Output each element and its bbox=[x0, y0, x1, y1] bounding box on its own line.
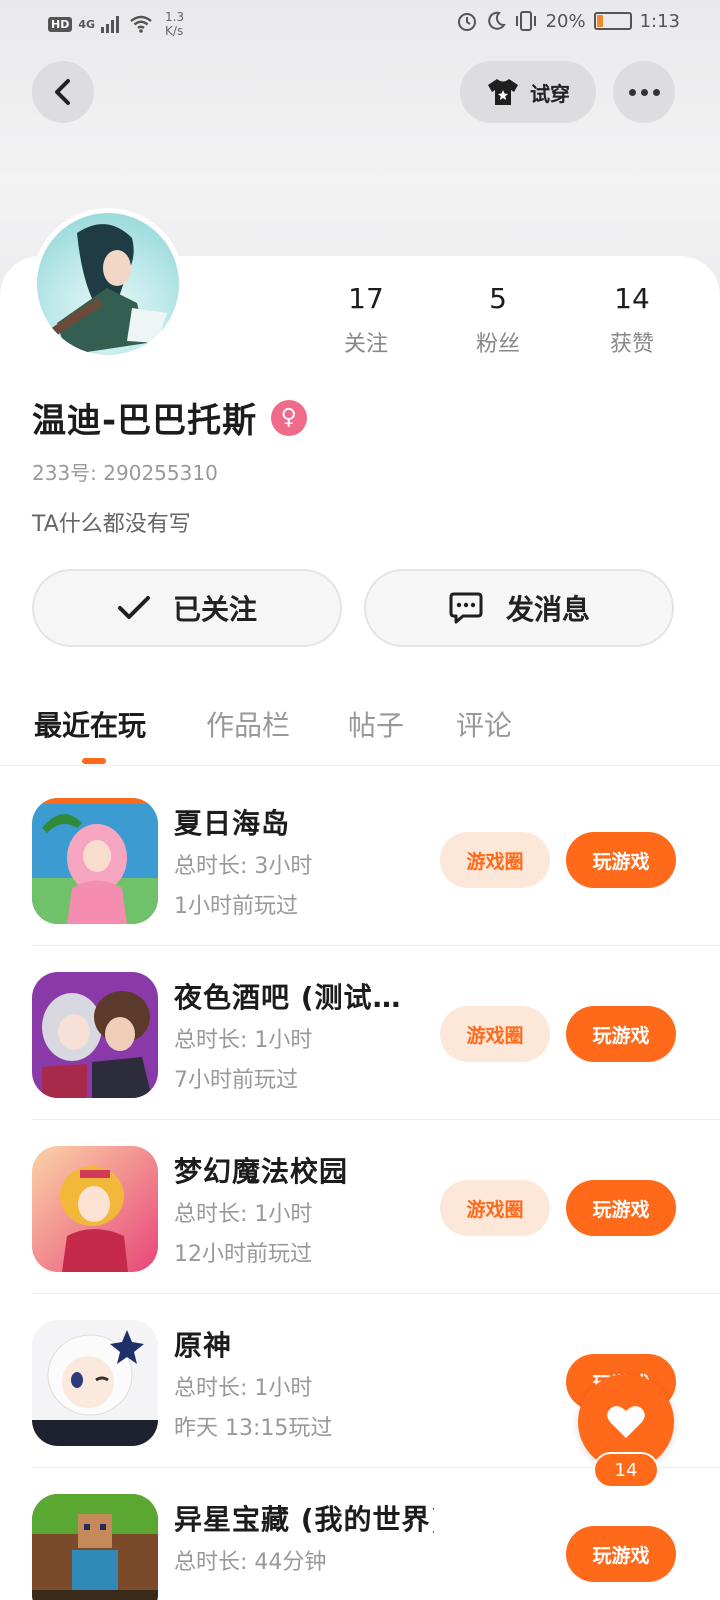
game-total-duration: 总时长: 1小时 bbox=[174, 1028, 313, 1053]
signal-type: 4G bbox=[78, 17, 96, 31]
send-message-label: 发消息 bbox=[505, 593, 590, 626]
game-last-played: 12小时前玩过 bbox=[174, 1242, 312, 1267]
battery-percent: 20% bbox=[545, 10, 586, 32]
speed-unit: K/s bbox=[165, 24, 184, 38]
game-row[interactable]: 夜色酒吧 (测试… 总时长: 1小时 7小时前玩过 游戏圈 玩游戏 bbox=[32, 946, 720, 1120]
following-label: 关注 bbox=[343, 332, 388, 357]
back-button[interactable] bbox=[32, 61, 94, 123]
profile-stats: 17 关注 5 粉丝 14 获赞 bbox=[300, 280, 700, 360]
game-row[interactable]: 梦幻魔法校园 总时长: 1小时 12小时前玩过 游戏圈 玩游戏 bbox=[32, 1120, 720, 1294]
game-icon-image bbox=[32, 1494, 158, 1600]
wifi-icon bbox=[130, 15, 152, 33]
vibrate-icon bbox=[515, 11, 536, 31]
game-icon-image bbox=[32, 1320, 158, 1446]
game-circle-button[interactable]: 游戏圈 bbox=[440, 1180, 550, 1236]
game-total-duration: 总时长: 3小时 bbox=[174, 854, 313, 879]
game-row[interactable]: 夏日海岛 总时长: 3小时 1小时前玩过 游戏圈 玩游戏 bbox=[32, 772, 720, 946]
game-icon-magic-school[interactable] bbox=[32, 1146, 158, 1272]
battery-level bbox=[596, 15, 603, 27]
play-game-button[interactable]: 玩游戏 bbox=[566, 1180, 676, 1236]
moon-icon bbox=[487, 11, 506, 30]
checkmark-icon bbox=[117, 596, 150, 619]
heart-icon bbox=[607, 1406, 645, 1438]
try-on-button[interactable]: 试穿 bbox=[460, 61, 596, 123]
game-name: 夏日海岛 bbox=[174, 807, 291, 840]
tshirt-icon bbox=[488, 79, 518, 105]
send-message-button[interactable]: 发消息 bbox=[364, 569, 674, 647]
game-name: 梦幻魔法校园 bbox=[174, 1155, 349, 1188]
active-tab-indicator bbox=[82, 758, 106, 764]
game-icon-summer-island[interactable] bbox=[32, 798, 158, 924]
network-speed: 1.3 K/s bbox=[165, 10, 184, 38]
game-circle-button[interactable]: 游戏圈 bbox=[440, 1006, 550, 1062]
followed-button[interactable]: 已关注 bbox=[32, 569, 342, 647]
play-game-button[interactable]: 玩游戏 bbox=[566, 1526, 676, 1582]
tab-posts[interactable]: 帖子 bbox=[348, 704, 404, 744]
chevron-left-icon bbox=[55, 79, 70, 105]
avatar-character-image bbox=[47, 224, 167, 355]
game-circle-button[interactable]: 游戏圈 bbox=[440, 832, 550, 888]
more-button[interactable] bbox=[613, 61, 675, 123]
game-name: 原神 bbox=[174, 1329, 233, 1362]
game-icon-genshin[interactable] bbox=[32, 1320, 158, 1446]
game-name: 夜色酒吧 (测试… bbox=[174, 981, 402, 1014]
stat-likes[interactable]: 14 获赞 bbox=[582, 280, 682, 358]
game-total-duration: 总时长: 1小时 bbox=[174, 1376, 313, 1401]
game-icon-image bbox=[32, 972, 158, 1098]
game-total-duration: 总时长: 44分钟 bbox=[174, 1550, 327, 1575]
status-bar-left: HD 4G 1.3 K/s bbox=[48, 10, 184, 38]
alarm-icon bbox=[457, 13, 476, 31]
tab-comments[interactable]: 评论 bbox=[456, 704, 512, 744]
play-game-button[interactable]: 玩游戏 bbox=[566, 1006, 676, 1062]
user-id: 233号: 290255310 bbox=[32, 457, 218, 486]
speed-value: 1.3 bbox=[165, 10, 185, 24]
hd-badge: HD bbox=[48, 16, 73, 32]
tab-works[interactable]: 作品栏 bbox=[206, 704, 290, 744]
game-last-played: 7小时前玩过 bbox=[174, 1068, 298, 1093]
game-icon-image bbox=[32, 1146, 158, 1272]
like-count-badge: 14 bbox=[593, 1452, 659, 1488]
user-bio: TA什么都没有写 bbox=[32, 512, 191, 537]
signal-bars-icon bbox=[101, 16, 120, 33]
user-id-value: 290255310 bbox=[103, 461, 218, 485]
play-game-button[interactable]: 玩游戏 bbox=[566, 832, 676, 888]
battery-icon bbox=[593, 12, 632, 30]
game-last-played: 1小时前玩过 bbox=[174, 894, 298, 919]
following-count: 17 bbox=[348, 282, 384, 315]
game-icon-minecraft[interactable] bbox=[32, 1494, 158, 1600]
female-gender-icon: ♀ bbox=[271, 399, 308, 436]
username-row: 温迪-巴巴托斯 ♀ bbox=[32, 393, 308, 442]
status-bar: HD 4G 1.3 K/s 20% 1:13 bbox=[0, 0, 720, 48]
stat-following[interactable]: 17 关注 bbox=[316, 280, 416, 358]
username: 温迪-巴巴托斯 bbox=[32, 401, 258, 441]
more-dots-icon bbox=[628, 88, 660, 96]
followers-count: 5 bbox=[489, 282, 507, 315]
followers-label: 粉丝 bbox=[475, 332, 520, 357]
stat-followers[interactable]: 5 粉丝 bbox=[448, 280, 548, 358]
chat-bubble-icon bbox=[449, 592, 483, 624]
status-bar-right: 20% 1:13 bbox=[456, 10, 680, 32]
profile-tabs: 最近在玩 作品栏 帖子 评论 bbox=[0, 700, 720, 766]
clock: 1:13 bbox=[639, 10, 680, 32]
avatar[interactable] bbox=[32, 208, 184, 360]
game-total-duration: 总时长: 1小时 bbox=[174, 1202, 313, 1227]
likes-label: 获赞 bbox=[609, 332, 654, 357]
likes-count: 14 bbox=[614, 282, 650, 315]
game-last-played: 昨天 13:15玩过 bbox=[174, 1416, 333, 1441]
user-id-label: 233号: bbox=[32, 461, 104, 485]
game-name: 异星宝藏 (我的世界) bbox=[174, 1503, 434, 1536]
followed-label: 已关注 bbox=[172, 593, 257, 626]
game-icon-night-bar[interactable] bbox=[32, 972, 158, 1098]
game-icon-image bbox=[32, 798, 158, 924]
try-on-label: 试穿 bbox=[530, 81, 570, 106]
tab-recently-played[interactable]: 最近在玩 bbox=[34, 704, 146, 744]
